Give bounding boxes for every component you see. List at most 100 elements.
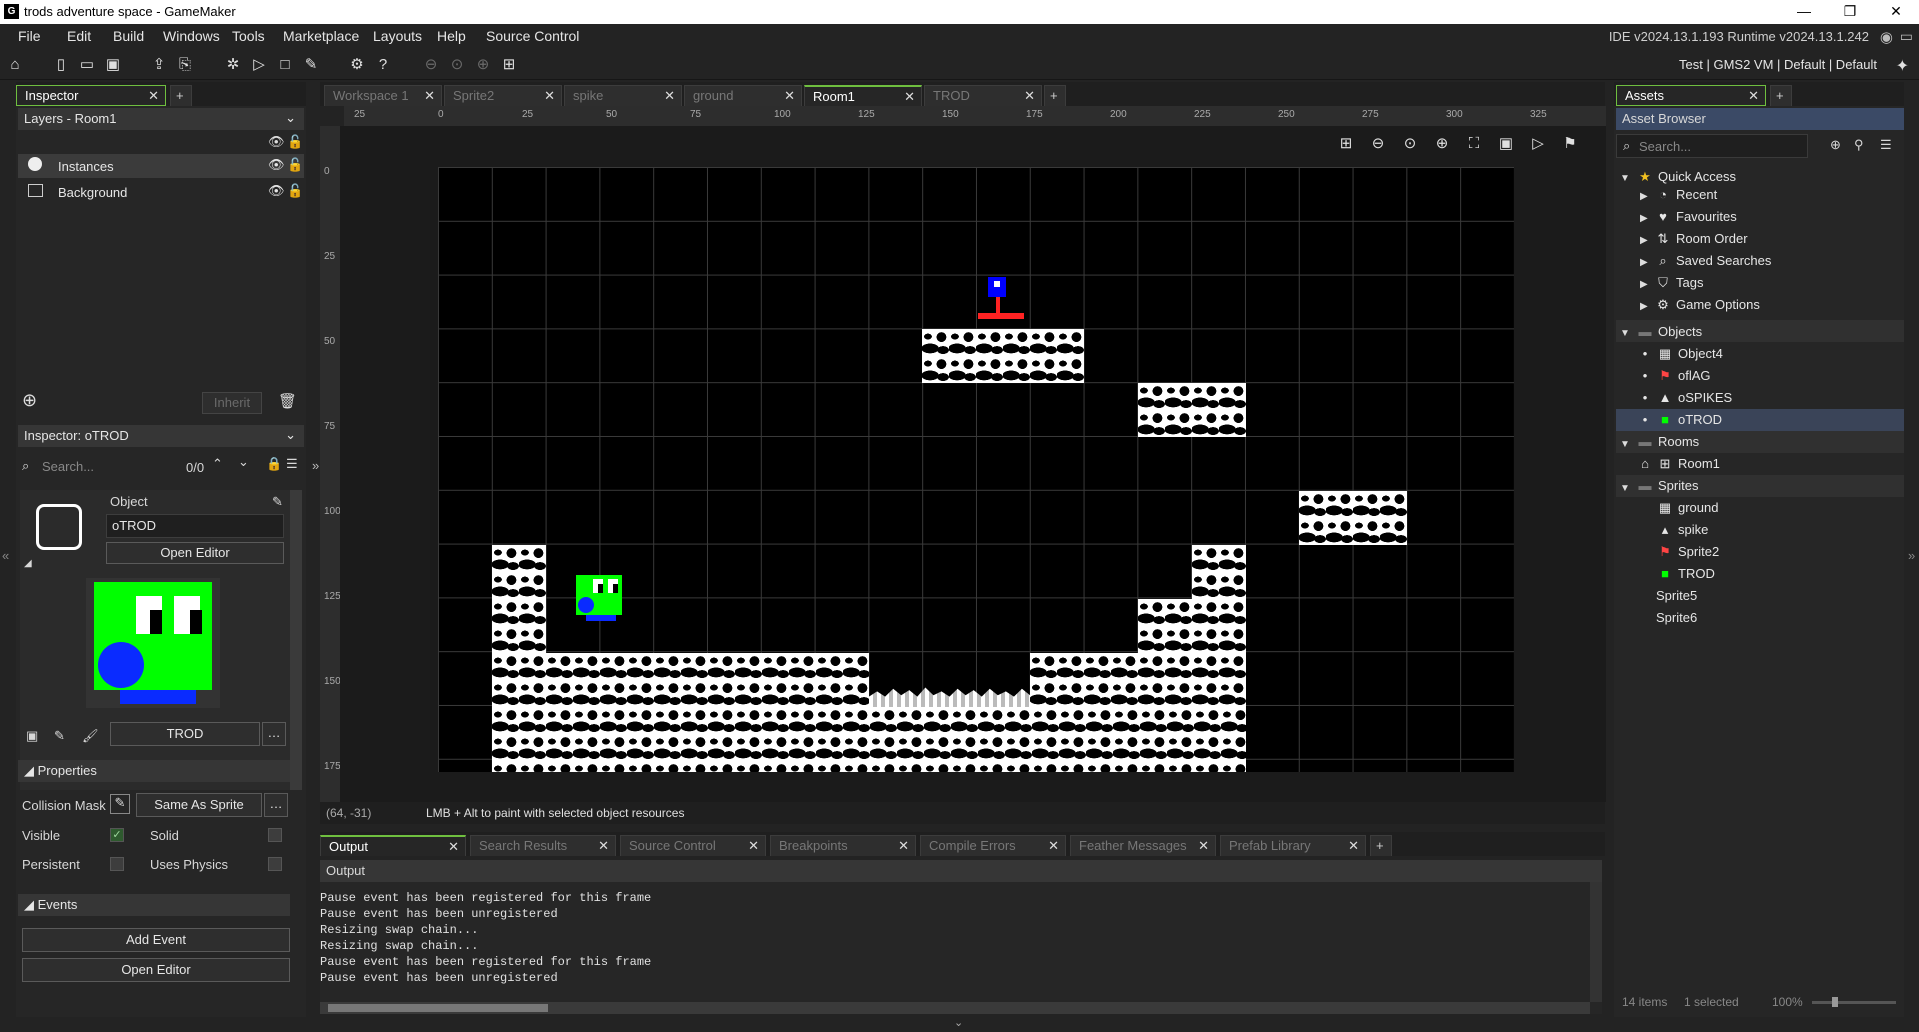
close-icon[interactable]: ✕ bbox=[148, 88, 159, 104]
zoom-out-icon[interactable]: ⊖ bbox=[420, 54, 442, 76]
new-sprite-icon[interactable]: ▣ bbox=[26, 728, 38, 744]
collapse-bottom-icon[interactable]: ⌄ bbox=[954, 1016, 963, 1029]
run-icon[interactable]: ▷ bbox=[248, 54, 270, 76]
inspector-dropdown[interactable]: Inspector: oTROD ⌄ bbox=[18, 425, 304, 447]
open-editor-button[interactable]: Open Editor bbox=[106, 542, 284, 564]
collapse-right-icon[interactable]: » bbox=[1908, 548, 1915, 563]
debug-icon[interactable]: ✲ bbox=[222, 54, 244, 76]
tab-trod[interactable]: TROD ✕ bbox=[924, 85, 1042, 106]
tree-oflag[interactable]: • ⚑ oflAG bbox=[1638, 365, 1711, 387]
ground-block[interactable] bbox=[1299, 491, 1407, 545]
home-icon[interactable]: ⌂ bbox=[4, 54, 26, 76]
close-icon[interactable]: ✕ bbox=[664, 88, 675, 104]
menu-build[interactable]: Build bbox=[113, 28, 144, 44]
stop-icon[interactable]: □ bbox=[274, 54, 296, 76]
chevron-down-icon[interactable]: ⌄ bbox=[238, 454, 249, 470]
zoom-in-icon[interactable]: ⊕ bbox=[472, 54, 494, 76]
tree-otrod[interactable]: • ■ oTROD bbox=[1638, 409, 1722, 431]
grid-icon[interactable]: ⊞ bbox=[1335, 133, 1357, 155]
lock-icon[interactable]: 🔓 bbox=[287, 183, 303, 199]
zoom-out-icon[interactable]: ⊖ bbox=[1367, 133, 1389, 155]
expand-icon[interactable]: ▶ bbox=[1640, 257, 1648, 268]
asset-search-input[interactable]: Search... bbox=[1639, 139, 1691, 154]
tree-saved-searches[interactable]: ⌕ Saved Searches bbox=[1656, 250, 1771, 272]
menu-file[interactable]: File bbox=[18, 28, 41, 44]
account-icon[interactable]: ◉ bbox=[1880, 28, 1893, 46]
clean-icon[interactable]: ⎘ bbox=[174, 54, 196, 76]
tab-spike[interactable]: spike ✕ bbox=[564, 85, 682, 106]
tree-room-order[interactable]: ⇅ Room Order bbox=[1656, 228, 1748, 250]
close-icon[interactable]: ✕ bbox=[1024, 88, 1035, 104]
help-icon[interactable]: ? bbox=[372, 54, 394, 76]
tag-icon[interactable]: ✎ bbox=[272, 494, 283, 510]
edit-sprite-icon[interactable]: ✎ bbox=[54, 728, 65, 744]
ground-block[interactable] bbox=[492, 653, 869, 707]
add-event-button[interactable]: Add Event bbox=[22, 928, 290, 952]
zoom-slider[interactable] bbox=[1812, 997, 1896, 1007]
visible-checkbox[interactable]: ✓ bbox=[110, 828, 124, 842]
expand-icon[interactable]: ▶ bbox=[1640, 191, 1648, 202]
brush-icon[interactable]: 🖌 bbox=[82, 728, 99, 744]
ground-block[interactable] bbox=[492, 545, 546, 653]
asset-search-box[interactable]: ⌕ Search... bbox=[1616, 134, 1808, 158]
inherit-button[interactable]: Inherit bbox=[202, 392, 262, 414]
close-icon[interactable]: ✕ bbox=[598, 838, 609, 854]
persistent-checkbox[interactable] bbox=[110, 857, 124, 871]
notifications-icon[interactable]: ▭ bbox=[1900, 28, 1913, 45]
collapse-icon[interactable]: ◢ bbox=[24, 558, 32, 569]
output-vscrollbar[interactable] bbox=[1590, 882, 1602, 1002]
add-asset-icon[interactable]: ⊕ bbox=[1830, 137, 1841, 153]
tree-objects[interactable]: ▬ Objects bbox=[1638, 321, 1703, 343]
properties-header[interactable]: ◢ Properties bbox=[18, 760, 290, 782]
tab-sprite2[interactable]: Sprite2 ✕ bbox=[444, 85, 562, 106]
save-icon[interactable]: ▣ bbox=[102, 54, 124, 76]
tab-output[interactable]: Output ✕ bbox=[320, 835, 466, 856]
expand-icon[interactable]: ▶ bbox=[1640, 301, 1648, 312]
collapse-left-icon[interactable]: « bbox=[2, 548, 9, 563]
layer-row-instances[interactable]: Instances 👁 🔓 bbox=[18, 154, 304, 178]
tab-assets[interactable]: Assets ✕ bbox=[1616, 85, 1766, 106]
frame-icon[interactable]: ▣ bbox=[1495, 133, 1517, 155]
expand-icon[interactable]: ▼ bbox=[1620, 173, 1630, 184]
flag-object[interactable] bbox=[988, 277, 1006, 297]
close-icon[interactable]: ✕ bbox=[544, 88, 555, 104]
menu-icon[interactable]: ☰ bbox=[1880, 137, 1892, 153]
tree-ospikes[interactable]: • ▲ oSPIKES bbox=[1638, 387, 1732, 409]
close-icon[interactable]: ✕ bbox=[1198, 838, 1209, 854]
close-icon[interactable]: ✕ bbox=[784, 88, 795, 104]
ground-block[interactable] bbox=[1138, 599, 1246, 653]
play-room-icon[interactable]: ▷ bbox=[1527, 133, 1549, 155]
inspector-scrollbar[interactable] bbox=[290, 490, 302, 790]
close-icon[interactable]: ✕ bbox=[1348, 838, 1359, 854]
tree-sprite5[interactable]: Sprite5 bbox=[1656, 585, 1697, 607]
ground-block[interactable] bbox=[1138, 383, 1246, 437]
mask-more-button[interactable]: … bbox=[264, 793, 288, 817]
add-layer-icon[interactable]: ⊕ bbox=[22, 390, 37, 411]
tab-room1[interactable]: Room1 ✕ bbox=[804, 85, 922, 106]
tab-breakpoints[interactable]: Breakpoints ✕ bbox=[770, 835, 916, 856]
tree-game-options[interactable]: ⚙ Game Options bbox=[1656, 294, 1760, 316]
tab-inspector[interactable]: Inspector ✕ bbox=[16, 85, 166, 106]
eye-icon[interactable]: 👁 bbox=[268, 134, 285, 150]
close-button[interactable]: ✕ bbox=[1873, 0, 1919, 24]
solid-checkbox[interactable] bbox=[268, 828, 282, 842]
same-as-sprite-button[interactable]: Same As Sprite bbox=[136, 793, 262, 817]
sprite-more-button[interactable]: … bbox=[262, 722, 286, 746]
open-editor-events-button[interactable]: Open Editor bbox=[22, 958, 290, 982]
settings-icon[interactable]: ⚙ bbox=[346, 54, 368, 76]
delete-layer-icon[interactable]: 🗑 bbox=[278, 392, 297, 410]
tab-compile-errors[interactable]: Compile Errors ✕ bbox=[920, 835, 1066, 856]
close-icon[interactable]: ✕ bbox=[424, 88, 435, 104]
tree-recent[interactable]: ◔ Recent bbox=[1656, 184, 1717, 206]
zoom-in-icon[interactable]: ⊕ bbox=[1431, 133, 1453, 155]
expand-icon[interactable]: ▼ bbox=[1620, 328, 1630, 339]
ground-block[interactable] bbox=[1192, 545, 1246, 599]
ground-block[interactable] bbox=[492, 707, 1246, 772]
inspector-search-input[interactable]: Search... bbox=[42, 459, 94, 474]
menu-icon[interactable]: ☰ bbox=[286, 456, 298, 472]
tree-sprite-spike[interactable]: ▴ spike bbox=[1658, 519, 1709, 541]
gamepad-icon[interactable]: ⊞ bbox=[498, 54, 520, 76]
uses-physics-checkbox[interactable] bbox=[268, 857, 282, 871]
tab-source-control[interactable]: Source Control ✕ bbox=[620, 835, 766, 856]
target-settings-icon[interactable]: ✦ bbox=[1896, 56, 1909, 76]
